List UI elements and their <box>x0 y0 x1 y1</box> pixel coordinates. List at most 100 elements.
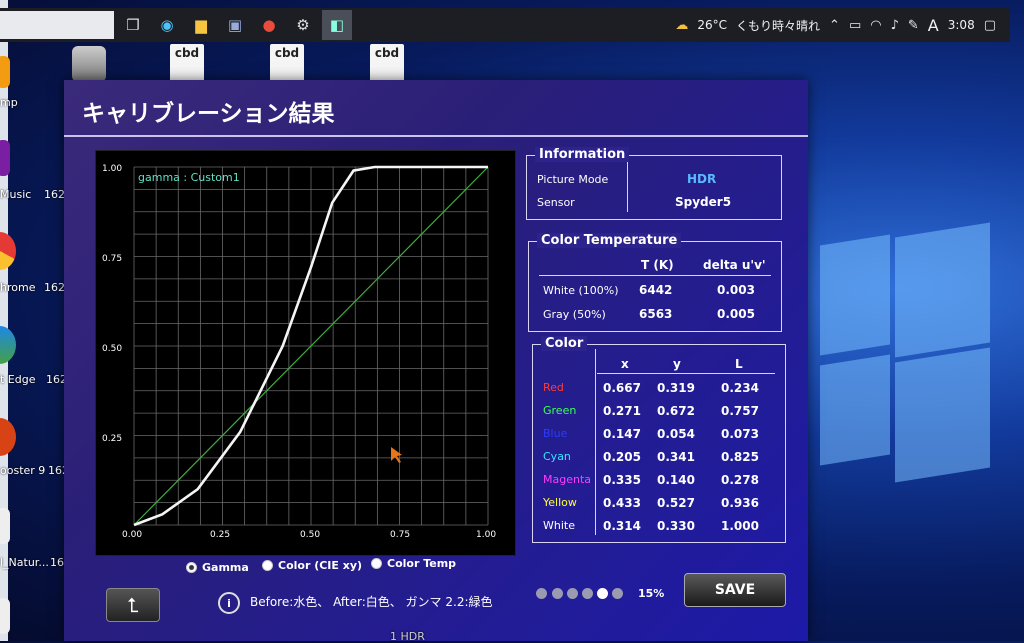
color-row-x: 0.314 <box>603 519 641 533</box>
task-view-icon[interactable]: ❒ <box>118 10 148 40</box>
computer-icon[interactable] <box>72 46 106 82</box>
desktop-icon-label[interactable]: mp <box>0 96 18 109</box>
clock-time[interactable]: 3:08 <box>948 18 975 32</box>
gamma-chart: 1.00 0.75 0.50 0.25 0.00 0.25 0.50 0.75 … <box>102 164 496 540</box>
progress-dot <box>552 588 563 599</box>
color-temperature-box: Color Temperature T (K) delta u'v' White… <box>528 233 782 332</box>
weather-icon[interactable]: ☁ <box>675 18 688 33</box>
color-row-label: Yellow <box>543 496 577 509</box>
color-row-y: 0.054 <box>657 427 695 441</box>
back-button[interactable]: ⮤ <box>106 588 160 622</box>
weather-temp[interactable]: 26°C <box>697 18 727 32</box>
taskbar: ❒ ◉ ▆ ▣ ● ⚙ ◧ ☁ 26°C くもり時々晴れ ⌃ ▭ ◠ ♪ ✎ A… <box>0 8 1010 42</box>
sensor-label: Sensor <box>537 196 575 209</box>
temp-header-t: T (K) <box>641 258 674 272</box>
y-tick-label: 0.50 <box>102 344 122 354</box>
cbd-file-icon[interactable]: cbd <box>170 44 204 82</box>
battery-icon[interactable]: ▭ <box>849 18 861 33</box>
notification-icon[interactable]: ▢ <box>984 18 996 33</box>
radio-label: Color (CIE xy) <box>278 559 363 572</box>
color-box: Color x y L Red 0.667 0.319 0.234 Green 0.271… <box>532 336 786 543</box>
wifi-icon[interactable]: ◠ <box>870 18 881 33</box>
color-row-label: Green <box>543 404 577 417</box>
file-explorer-icon[interactable]: ▆ <box>186 10 216 40</box>
weather-text[interactable]: くもり時々晴れ <box>736 17 820 34</box>
mouse-cursor-icon <box>391 447 402 463</box>
cbd-file-icon[interactable]: cbd <box>370 44 404 82</box>
color-row-label: Cyan <box>543 450 571 463</box>
progress-percent: 15% <box>638 587 665 600</box>
wallpaper-beam <box>820 234 890 356</box>
color-row-x: 0.205 <box>603 450 641 464</box>
x-tick-label: 0.25 <box>210 530 230 540</box>
color-row-x: 0.433 <box>603 496 641 510</box>
color-row-l: 0.234 <box>721 381 759 395</box>
volume-icon[interactable]: ♪ <box>891 18 899 33</box>
temp-row-label: White (100%) <box>543 284 619 297</box>
y-tick-label: 1.00 <box>102 164 122 174</box>
settings-gear-icon[interactable]: ⚙ <box>288 10 318 40</box>
color-row-l: 0.825 <box>721 450 759 464</box>
radio-gamma[interactable]: Gamma <box>186 561 249 574</box>
x-tick-label: 0.50 <box>300 530 320 540</box>
radio-selected-icon <box>186 562 197 573</box>
color-row-l: 0.936 <box>721 496 759 510</box>
color-header-x: x <box>621 357 629 371</box>
calibration-app-icon[interactable]: ◧ <box>322 10 352 40</box>
chevron-up-icon[interactable]: ⌃ <box>829 18 840 33</box>
desktop-icon-label[interactable]: Music <box>0 188 31 201</box>
desktop-icon-label[interactable]: l_Natur... <box>0 556 49 569</box>
file-icon[interactable] <box>0 598 10 634</box>
desktop-icon-label[interactable]: t Edge <box>0 373 36 386</box>
booster-desktop-icon[interactable] <box>0 418 16 456</box>
cbd-file-icon[interactable]: cbd <box>270 44 304 82</box>
radio-label: Color Temp <box>387 557 457 570</box>
info-icon: i <box>218 592 240 614</box>
color-row-y: 0.672 <box>657 404 695 418</box>
radio-unselected-icon <box>371 558 382 569</box>
color-temperature-title: Color Temperature <box>537 233 682 248</box>
progress-dot <box>612 588 623 599</box>
edge-desktop-icon[interactable] <box>0 326 16 364</box>
color-row-l: 0.278 <box>721 473 759 487</box>
radio-color-cie[interactable]: Color (CIE xy) <box>262 559 362 572</box>
y-tick-label: 0.75 <box>102 254 122 264</box>
color-row-y: 0.330 <box>657 519 695 533</box>
desktop-icon-label[interactable]: ooster 9 <box>0 464 45 477</box>
file-icon[interactable] <box>0 508 10 544</box>
desktop-icon-label[interactable]: hrome <box>0 281 35 294</box>
taskbar-search-box[interactable] <box>0 11 114 39</box>
color-row-label: Magenta <box>543 473 592 486</box>
x-tick-label: 0.75 <box>390 530 410 540</box>
color-row-label: Blue <box>543 427 568 440</box>
color-row-x: 0.271 <box>603 404 641 418</box>
color-row-y: 0.319 <box>657 381 695 395</box>
wallpaper-beam <box>895 222 990 358</box>
edge-icon[interactable]: ◉ <box>152 10 182 40</box>
booster-icon[interactable]: ● <box>254 10 284 40</box>
temp-header-delta: delta u'v' <box>703 258 766 272</box>
app-icon-orange[interactable] <box>0 56 10 88</box>
system-tray: ☁ 26°C くもり時々晴れ ⌃ ▭ ◠ ♪ ✎ A 3:08 ▢ <box>675 16 1010 35</box>
color-row-y: 0.140 <box>657 473 695 487</box>
picture-mode-label: Picture Mode <box>537 173 609 186</box>
color-row-label: White <box>543 519 575 532</box>
picture-mode-value: HDR <box>687 172 717 186</box>
app-window-icon[interactable]: ▣ <box>220 10 250 40</box>
radio-color-temp[interactable]: Color Temp <box>371 557 456 570</box>
pen-icon[interactable]: ✎ <box>908 18 919 33</box>
y-tick-label: 0.25 <box>102 434 122 444</box>
temp-row-t: 6563 <box>639 307 673 321</box>
save-button[interactable]: SAVE <box>684 573 786 607</box>
gamma-legend-label: gamma : Custom1 <box>138 171 240 184</box>
color-header-y: y <box>673 357 681 371</box>
temp-row-delta: 0.003 <box>717 283 755 297</box>
bottom-edge-text: 1 HDR <box>390 630 425 643</box>
music-app-icon[interactable] <box>0 140 10 176</box>
wallpaper-beam <box>820 354 890 466</box>
title-divider <box>64 135 808 137</box>
ime-indicator[interactable]: A <box>928 16 939 35</box>
color-row-y: 0.341 <box>657 450 695 464</box>
color-row-x: 0.667 <box>603 381 641 395</box>
chrome-icon[interactable] <box>0 232 16 270</box>
